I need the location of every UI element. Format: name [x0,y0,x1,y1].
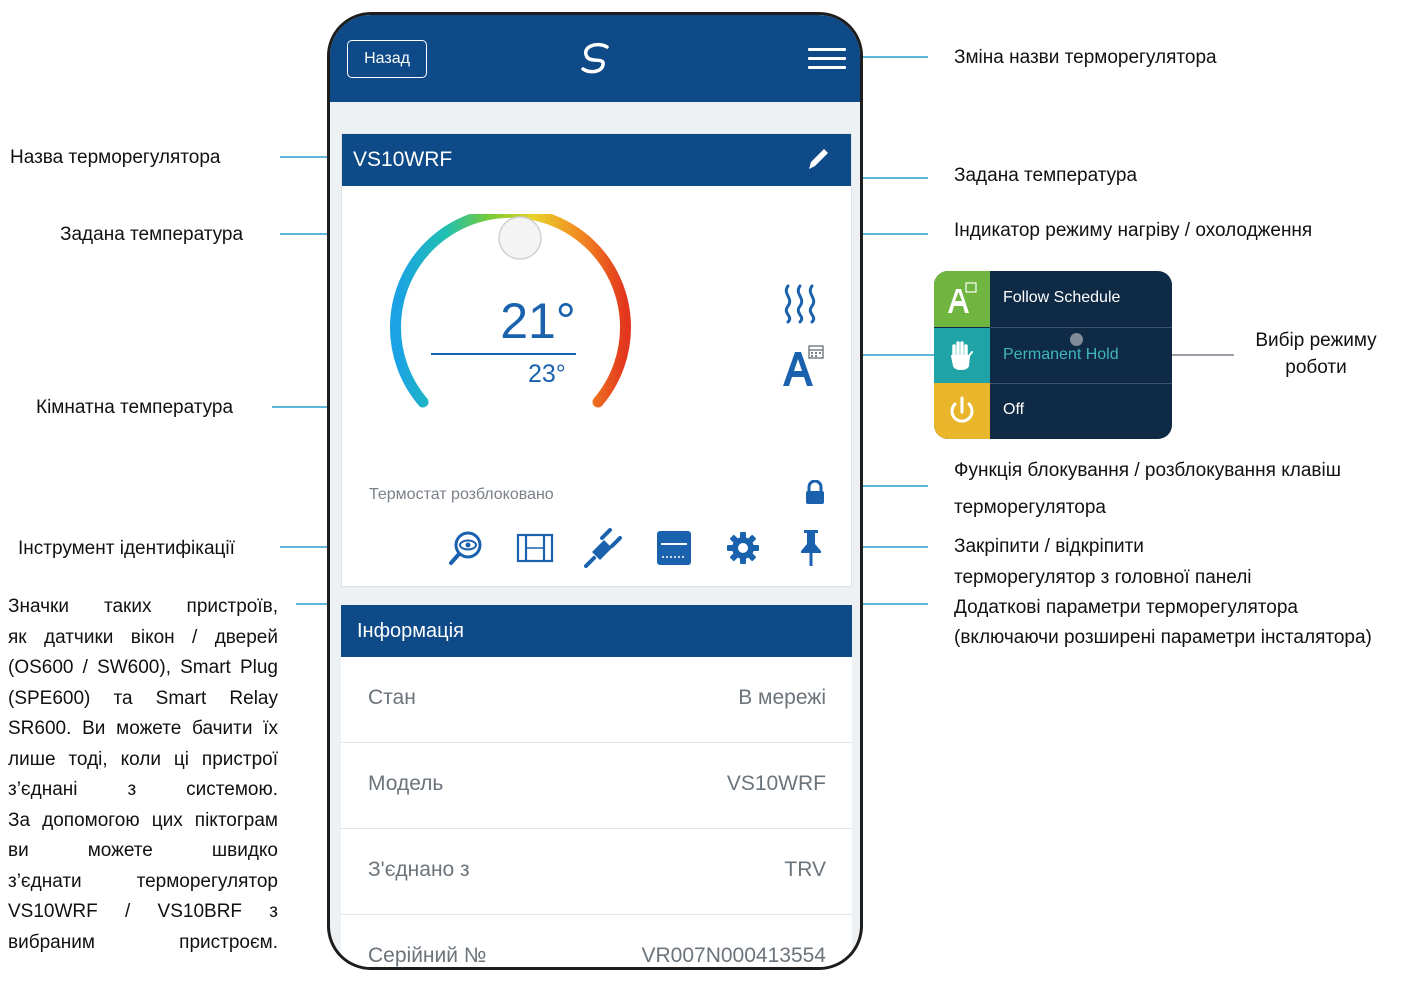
annotation-mode-select-line1: Вибір режиму [1255,330,1377,351]
temperature-divider [431,353,576,355]
pencil-edit-icon[interactable] [805,145,831,173]
mode-label: Off [1003,401,1025,418]
hamburger-menu-icon[interactable] [808,48,846,72]
devices-line: SR600. Ви можете бачити їх [8,718,278,739]
app-header: Назад [330,15,860,102]
lock-icon[interactable] [804,480,826,506]
identify-icon[interactable] [448,530,484,566]
info-title: Інформація [357,620,464,642]
smart-plug-icon[interactable] [584,528,624,568]
devices-line: вибраним пристроєм. [8,931,278,953]
set-temperature: 21° [500,293,576,349]
annotation-devices: Значки таких пристроїв, як датчики вікон… [8,592,278,958]
info-row: Серійний № VR007N000413554 [341,915,852,967]
devices-line: як датчики вікон / дверей [8,626,278,648]
devices-line: Значки таких пристроїв, [8,596,278,617]
auto-schedule-icon [948,282,977,313]
power-icon [950,396,974,423]
lock-status-text: Термостат розблоковано [369,486,554,503]
annotation-settings-line2: (включаючи розширені параметри інсталято… [954,627,1372,648]
annotation-pin: Закріпити / відкріпити терморегулятор з … [954,533,1252,591]
annotation-heat-cool: Індикатор режиму нагріву / охолодження [954,220,1313,241]
info-row: З'єднано з TRV [341,829,852,915]
relay-icon[interactable] [656,530,692,566]
annotation-set-temp-left: Задана температура [60,224,244,245]
annotation-pin-line2: терморегулятор з головної панелі [954,567,1252,588]
devices-line: ви можете швидко [8,840,278,861]
info-panel: Інформація Стан В мережі Модель VS10WRF … [341,605,852,967]
devices-line: (OS600 / SW600), Smart Plug [8,657,278,678]
annotation-lock: Функція блокування / розблокування клаві… [954,457,1341,521]
annotation-rename: Зміна назви терморегулятора [954,47,1217,68]
devices-line: з’єднати терморегулятор [8,870,278,892]
setpoint-handle[interactable] [498,216,542,260]
devices-line: VS10WRF / VS10BRF з [8,901,278,922]
mode-label: Follow Schedule [1003,289,1121,306]
info-row: Стан В мережі [341,657,852,743]
info-row: Модель VS10WRF [341,743,852,829]
info-value: VR007N000413554 [641,944,827,967]
window-sensor-icon[interactable] [516,532,554,564]
info-value: TRV [784,858,826,881]
info-header: Інформація [341,605,852,657]
devices-line: лише тоді, коли ці пристрої [8,748,278,770]
info-key: Модель [368,772,444,795]
info-value: VS10WRF [726,772,826,795]
phone-frame: Назад VS10WRF 21° 23° Термостат розблоко… [327,12,863,970]
devices-line: За допомогою цих піктограм [8,809,278,831]
annotation-settings-line1: Додаткові параметри терморегулятора [954,597,1298,618]
auto-schedule-icon[interactable] [781,344,825,390]
mode-permanent-hold[interactable]: Permanent Hold [934,328,1172,384]
info-key: З'єднано з [368,858,470,881]
annotation-pin-line1: Закріпити / відкріпити [954,536,1144,557]
room-temperature: 23° [528,360,566,388]
selection-dot [1070,333,1083,346]
annotation-set-temp-right: Задана температура [954,165,1138,186]
annotation-mode-select-line2: роботи [1285,357,1347,378]
mode-selector: Follow Schedule Permanent Hold Off [934,271,1172,439]
annotation-lock-line2: терморегулятора [954,497,1106,518]
heat-waves-icon [784,284,816,324]
mode-follow-schedule[interactable]: Follow Schedule [934,271,1172,327]
annotation-identify: Інструмент ідентифікації [18,538,235,559]
hand-icon [950,341,973,370]
thermostat-header: VS10WRF [342,134,851,186]
mode-off[interactable]: Off [934,383,1172,439]
annotation-settings: Додаткові параметри терморегулятора (вкл… [954,594,1372,651]
info-key: Серійний № [368,944,487,967]
thermostat-name: VS10WRF [353,148,453,171]
info-key: Стан [368,686,416,709]
settings-icon[interactable] [725,530,761,566]
devices-line: (SPE600) та Smart Relay [8,687,278,709]
info-value: В мережі [738,686,826,709]
annotation-lock-line1: Функція блокування / розблокування клаві… [954,460,1341,481]
annotation-room-temp: Кімнатна температура [36,397,234,418]
thermostat-card: VS10WRF 21° 23° Термостат розблоковано [341,133,852,587]
mode-label: Permanent Hold [1003,346,1119,363]
annotation-name: Назва терморегулятора [10,147,221,168]
annotation-mode-select: Вибір режиму роботи [1240,327,1392,381]
back-button[interactable]: Назад [347,40,427,78]
brand-swirl-logo [581,42,609,74]
pin-icon[interactable] [798,528,824,568]
devices-line: з’єднані з системою. [8,779,278,800]
